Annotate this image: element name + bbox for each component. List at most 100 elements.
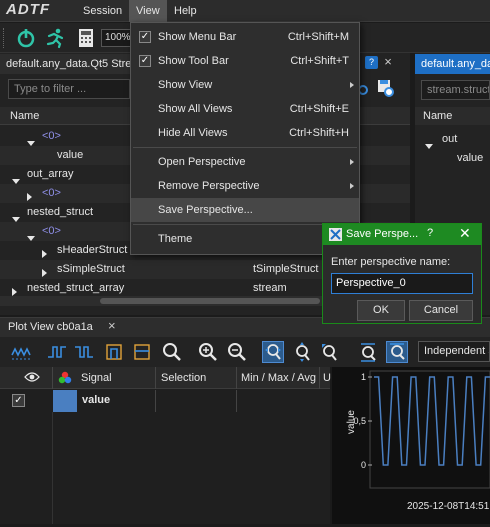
cancel-button[interactable]: Cancel [409, 300, 473, 321]
filter-input-left[interactable]: Type to filter ... [8, 79, 130, 99]
help-icon[interactable]: ? [365, 56, 378, 69]
menu-item-save-perspective[interactable]: Save Perspective... [131, 198, 359, 222]
dialog-prompt: Enter perspective name: [331, 256, 451, 268]
submenu-arrow-icon [350, 183, 354, 189]
zoom-icon[interactable] [161, 341, 183, 363]
refresh-icon[interactable] [358, 83, 370, 97]
zoom-area-icon[interactable] [319, 341, 341, 363]
menu-item-label: Open Perspective [158, 156, 246, 168]
x-axis-label: 2025-12-08T14:51 [407, 501, 490, 512]
step-style-2-icon[interactable] [73, 341, 95, 363]
y-tick-label: 0 [361, 460, 366, 470]
bar-style-icon[interactable] [103, 341, 125, 363]
menu-item-show-menu-bar[interactable]: ✓ Show Menu Bar Ctrl+Shift+M [131, 25, 359, 49]
toolbar-grip [3, 28, 6, 48]
tree-row[interactable]: value [415, 149, 490, 168]
menu-item-shortcut: Ctrl+Shift+M [287, 31, 349, 43]
column-selection: Selection [161, 372, 207, 384]
menu-item-label: Show All Views [158, 103, 233, 115]
tree-right: out value [415, 128, 490, 168]
close-icon[interactable]: × [381, 55, 395, 69]
save-icon[interactable] [376, 79, 394, 97]
tree-row-label: <0> [42, 225, 61, 237]
menu-item-show-view[interactable]: Show View [131, 73, 359, 97]
menu-item-shortcut: Ctrl+Shift+T [290, 55, 349, 67]
tree-row-type: tSimpleStruct [253, 263, 319, 275]
area-style-icon[interactable] [131, 341, 153, 363]
menu-item-label: Hide All Views [158, 127, 228, 139]
fit-all-icon[interactable] [386, 341, 408, 363]
menu-item-remove-perspective[interactable]: Remove Perspective [131, 174, 359, 198]
signal-color-swatch[interactable] [53, 390, 77, 412]
dialog-title-bar: Save Perspe... ? ✕ [323, 224, 481, 245]
checkmark-icon: ✓ [139, 31, 151, 43]
signal-table-header: Signal Selection Min / Max / Avg U [0, 367, 331, 389]
eye-icon[interactable] [24, 371, 40, 386]
series-line [374, 376, 490, 466]
dialog-title: Save Perspe... [346, 228, 419, 240]
column-name-right: Name [423, 110, 453, 122]
tree-row-type: stream [253, 282, 287, 294]
panel-tab-right[interactable]: default.any_dat [415, 54, 490, 74]
zoom-out-icon[interactable] [226, 341, 248, 363]
column-name: Name [10, 110, 40, 122]
menu-separator [133, 147, 357, 148]
filter-input-right[interactable]: stream.struct.t [421, 80, 490, 100]
signal-visible-checkbox[interactable]: ✓ [12, 394, 25, 407]
runner-icon[interactable] [44, 27, 66, 49]
submenu-arrow-icon [350, 82, 354, 88]
tree-row-label: out_array [27, 168, 74, 180]
plot-view-title[interactable]: Plot View cb0a1a [8, 321, 93, 333]
menu-item-label: Theme [158, 233, 193, 245]
step-style-icon[interactable] [46, 341, 68, 363]
save-perspective-dialog: Save Perspe... ? ✕ Enter perspective nam… [322, 223, 482, 324]
menu-item-shortcut: Ctrl+Shift+H [289, 127, 349, 139]
fit-vertical-icon[interactable] [357, 341, 379, 363]
power-icon[interactable] [15, 27, 37, 49]
menu-item-hide-all-views[interactable]: Hide All Views Ctrl+Shift+H [131, 121, 359, 145]
adtf-logo: ADTF [6, 1, 50, 18]
close-icon[interactable]: ✕ [459, 225, 471, 242]
help-icon[interactable]: ? [427, 227, 433, 239]
menu-item-show-tool-bar[interactable]: ✓ Show Tool Bar Ctrl+Shift+T [131, 49, 359, 73]
tree-header-right: Name [415, 107, 490, 125]
menu-help[interactable]: Help [167, 0, 204, 22]
menu-item-label: Remove Perspective [158, 180, 260, 192]
signal-name: value [82, 394, 111, 406]
menu-item-label: Show View [158, 79, 213, 91]
menu-session[interactable]: Session [76, 0, 129, 22]
tree-row[interactable]: out [415, 130, 490, 149]
menu-item-show-all-views[interactable]: Show All Views Ctrl+Shift+E [131, 97, 359, 121]
checkmark-icon: ✓ [139, 55, 151, 67]
zoom-field[interactable]: 100% [101, 29, 133, 47]
perspective-name-input[interactable]: Perspective_0 [331, 273, 473, 294]
chart-svg: value 10,50 2025-12-08T14:51 [346, 370, 490, 512]
tree-row-label: <0> [42, 187, 61, 199]
plot-toolbar [0, 337, 490, 367]
tree-row-label: value [57, 149, 84, 161]
menu-item-open-perspective[interactable]: Open Perspective [131, 150, 359, 174]
ok-button[interactable]: OK [357, 300, 405, 321]
view-menu-dropdown: ✓ Show Menu Bar Ctrl+Shift+M ✓ Show Tool Bar… [130, 22, 360, 255]
menu-item-label: Save Perspective... [158, 204, 253, 216]
menu-view[interactable]: View [129, 0, 167, 22]
signal-row[interactable]: ✓ value [0, 390, 330, 412]
zoom-vertical-icon[interactable] [292, 341, 314, 363]
plot-chart[interactable]: value 1 0,5 0 2025-12-08T14:51 [332, 367, 490, 524]
tree-row-label: <0> [42, 130, 61, 142]
menu-item-label: Show Tool Bar [158, 55, 229, 67]
zoom-horizontal-icon[interactable] [262, 341, 284, 363]
color-icon [58, 371, 72, 388]
menu-bar: ADTF Session View Help [0, 0, 490, 22]
calculator-icon[interactable] [75, 27, 97, 49]
panel-tab-left[interactable]: default.any_data.Qt5 Stre [0, 54, 135, 74]
line-style-icon[interactable] [10, 341, 32, 363]
submenu-arrow-icon [350, 159, 354, 165]
close-icon[interactable]: × [108, 318, 116, 333]
y-tick-label: 1 [361, 372, 366, 382]
zoom-in-icon[interactable] [197, 341, 219, 363]
app-icon [329, 228, 342, 241]
independent-axis-select[interactable]: Independent S [418, 341, 490, 362]
menu-item-label: Show Menu Bar [158, 31, 237, 43]
column-unit: U [323, 372, 331, 384]
